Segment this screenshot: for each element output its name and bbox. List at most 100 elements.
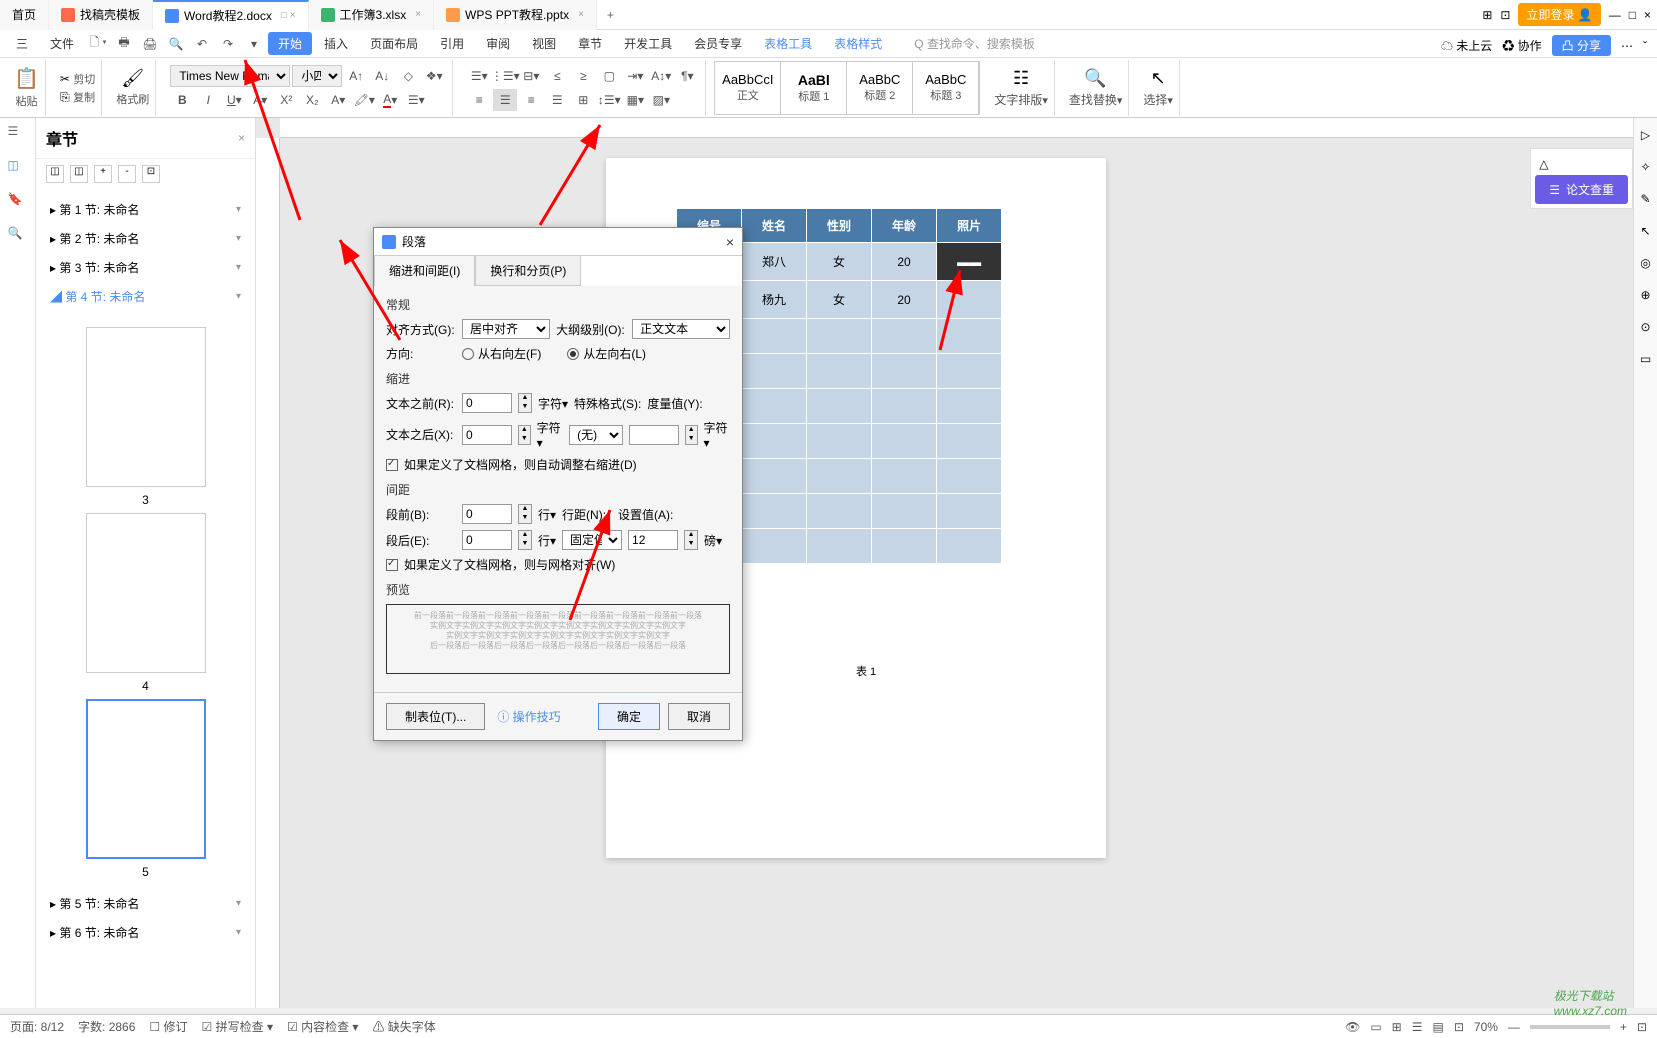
print-icon[interactable]: 🖨 <box>138 33 162 55</box>
ok-button[interactable]: 确定 <box>598 703 660 730</box>
bookmark-icon[interactable]: 🔖 <box>8 192 28 212</box>
outline-select[interactable]: 正文文本 <box>632 319 730 339</box>
format-icon[interactable]: ❖▾ <box>422 65 446 87</box>
align-select[interactable]: 居中对齐 <box>462 319 550 339</box>
strike-icon[interactable]: A̶▾ <box>248 89 272 111</box>
table-header[interactable]: 性别 <box>807 209 872 243</box>
fullscreen-icon[interactable]: ⊡ <box>1637 1020 1647 1034</box>
spinner[interactable]: ▲▼ <box>518 504 532 524</box>
collapse-icon[interactable]: ▷ <box>1641 128 1650 142</box>
styles-gallery[interactable]: AaBbCcI正文 AaBl标题 1 AaBbC标题 2 AaBbC标题 3 <box>714 61 980 115</box>
menu-page-layout[interactable]: 页面布局 <box>360 32 428 55</box>
undo-icon[interactable]: ↶ <box>190 33 214 55</box>
before-text-input[interactable] <box>462 393 512 413</box>
thumb-3[interactable] <box>86 327 206 487</box>
tool-icon-5[interactable]: ⊕ <box>1640 288 1650 302</box>
share-button[interactable]: 凸 分享 <box>1552 35 1611 56</box>
view-icon-1[interactable]: ▭ <box>1370 1020 1381 1034</box>
nav-section-4[interactable]: ◢ 第 4 节: 未命名▾ <box>36 282 255 311</box>
menu-insert[interactable]: 插入 <box>314 32 358 55</box>
close-icon[interactable]: × <box>415 9 421 20</box>
multilevel-icon[interactable]: ⊟▾ <box>519 65 543 87</box>
vertical-ruler[interactable] <box>256 138 280 1008</box>
special-select[interactable]: (无) <box>569 425 623 445</box>
tab-stops-button[interactable]: 制表位(T)... <box>386 703 485 730</box>
tab-ppt[interactable]: WPS PPT教程.pptx× <box>434 0 597 30</box>
align-right-icon[interactable]: ≡ <box>519 89 543 111</box>
paste-icon[interactable]: 📋 <box>14 66 39 91</box>
view-icon-3[interactable]: ☰ <box>1412 1020 1423 1034</box>
minimize-icon[interactable]: — <box>1609 8 1621 22</box>
menu-table-style[interactable]: 表格样式 <box>824 32 892 55</box>
tab-indent-spacing[interactable]: 缩进和间距(I) <box>374 256 475 286</box>
word-count[interactable]: 字数: 2866 <box>78 1018 135 1035</box>
tool-icon-7[interactable]: ▭ <box>1640 352 1651 366</box>
border-icon[interactable]: ▦▾ <box>623 89 647 111</box>
nav-close-icon[interactable]: × <box>238 131 245 145</box>
auto-indent-checkbox[interactable] <box>386 459 398 471</box>
nav-section-1[interactable]: ▸ 第 1 节: 未命名▾ <box>36 195 255 224</box>
tips-link[interactable]: ⓘ 操作技巧 <box>497 708 560 725</box>
nav-tool-5[interactable]: ⊡ <box>142 165 160 183</box>
line-spacing-icon[interactable]: ↕☰▾ <box>597 89 621 111</box>
tool-icon-4[interactable]: ◎ <box>1640 256 1650 270</box>
view-icon-2[interactable]: ⊞ <box>1392 1020 1402 1034</box>
font-effect-icon[interactable]: A▾ <box>326 89 350 111</box>
align-justify-icon[interactable]: ☰ <box>545 89 569 111</box>
tool-icon-6[interactable]: ⊙ <box>1640 320 1650 334</box>
decrease-font-icon[interactable]: A↓ <box>370 65 394 87</box>
menu-dev[interactable]: 开发工具 <box>614 32 682 55</box>
outline-icon[interactable]: ☰ <box>8 124 28 144</box>
line-spacing-select[interactable]: 固定值 <box>562 530 622 550</box>
tab-templates[interactable]: 找稿壳模板 <box>49 0 153 30</box>
style-h2[interactable]: AaBbC标题 2 <box>847 62 913 114</box>
app-icon[interactable]: ⊡ <box>1500 8 1510 22</box>
login-button[interactable]: 立即登录 👤 <box>1518 3 1600 26</box>
dialog-close-icon[interactable]: × <box>726 234 734 250</box>
spinner[interactable]: ▲▼ <box>518 393 532 413</box>
highlight-icon[interactable]: 🖍▾ <box>352 89 376 111</box>
spell-check[interactable]: ☑ 拼写检查 ▾ <box>202 1018 273 1035</box>
font-color-icon[interactable]: A▾ <box>378 89 402 111</box>
new-icon[interactable]: 🗋 ▾ <box>86 33 110 55</box>
nav-section-3[interactable]: ▸ 第 3 节: 未命名▾ <box>36 253 255 282</box>
chevron-up-icon[interactable]: ˇ <box>1643 39 1647 53</box>
before-para-input[interactable] <box>462 504 512 524</box>
reading-view-icon[interactable]: 👁 <box>1345 1020 1360 1034</box>
underline-icon[interactable]: U▾ <box>222 89 246 111</box>
zoom-level[interactable]: 70% <box>1474 1020 1498 1034</box>
shading-icon[interactable]: ☰▾ <box>404 89 428 111</box>
coop-button[interactable]: ♻ 协作 <box>1502 37 1541 54</box>
tool-icon-1[interactable]: ✧ <box>1640 160 1650 174</box>
zoom-slider[interactable] <box>1530 1025 1610 1029</box>
close-icon[interactable]: □ × <box>281 10 296 21</box>
nav-section-6[interactable]: ▸ 第 6 节: 未命名▾ <box>36 918 255 947</box>
indent-left-icon[interactable]: ≤ <box>545 65 569 87</box>
view-icon-4[interactable]: ▤ <box>1432 1020 1443 1034</box>
ltr-radio[interactable]: 从左向右(L) <box>567 345 646 362</box>
tab-word-doc[interactable]: Word教程2.docx□ × <box>153 0 308 30</box>
grid-icon[interactable]: ⊞ <box>1482 8 1492 22</box>
bullets-icon[interactable]: ☰▾ <box>467 65 491 87</box>
nav-tool-4[interactable]: - <box>118 165 136 183</box>
spinner[interactable]: ▲▼ <box>684 530 698 550</box>
copy-icon[interactable]: ⎘ <box>60 90 70 104</box>
zoom-fit-icon[interactable]: ⊡ <box>1454 1020 1464 1034</box>
save-icon[interactable]: 🖶 <box>112 33 136 55</box>
tab-line-page-break[interactable]: 换行和分页(P) <box>475 256 581 286</box>
style-h3[interactable]: AaBbC标题 3 <box>913 62 979 114</box>
menu-hamburger[interactable]: 三 <box>6 32 38 55</box>
page-status[interactable]: 页面: 8/12 <box>10 1018 64 1035</box>
close-icon[interactable]: × <box>1644 8 1651 22</box>
thumb-5[interactable] <box>86 699 206 859</box>
horizontal-ruler[interactable] <box>280 118 1657 138</box>
paper-check-button[interactable]: ☰ 论文查重 <box>1535 175 1628 204</box>
tool-icon-2[interactable]: ✎ <box>1640 192 1650 206</box>
table-header[interactable]: 照片 <box>937 209 1002 243</box>
set-value-input[interactable] <box>628 530 678 550</box>
preview-icon[interactable]: 🔍 <box>164 33 188 55</box>
cut-icon[interactable]: ✂ <box>60 72 70 86</box>
cancel-button[interactable]: 取消 <box>668 703 730 730</box>
font-family-select[interactable]: Times New Roma <box>170 65 290 87</box>
tool-icon-3[interactable]: ↖ <box>1640 224 1650 238</box>
